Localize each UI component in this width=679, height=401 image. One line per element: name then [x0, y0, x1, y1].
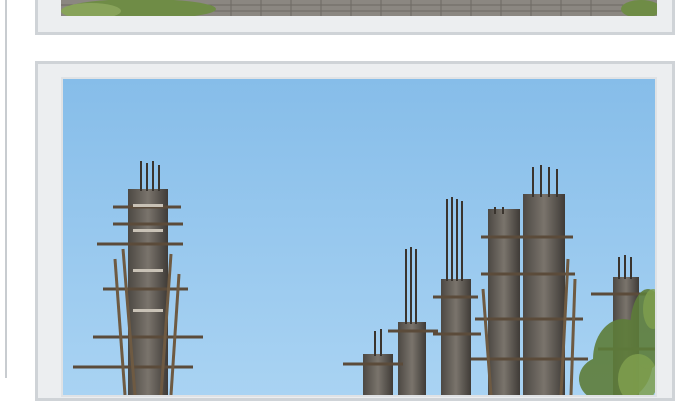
feed-image-previous[interactable]	[61, 0, 657, 16]
wall-photo-icon	[61, 0, 657, 16]
feed-card-previous	[35, 0, 675, 35]
construction-photo-icon	[63, 79, 655, 395]
feed-image-construction[interactable]	[61, 77, 657, 397]
feed-card-image	[35, 61, 675, 401]
left-divider	[0, 0, 7, 378]
